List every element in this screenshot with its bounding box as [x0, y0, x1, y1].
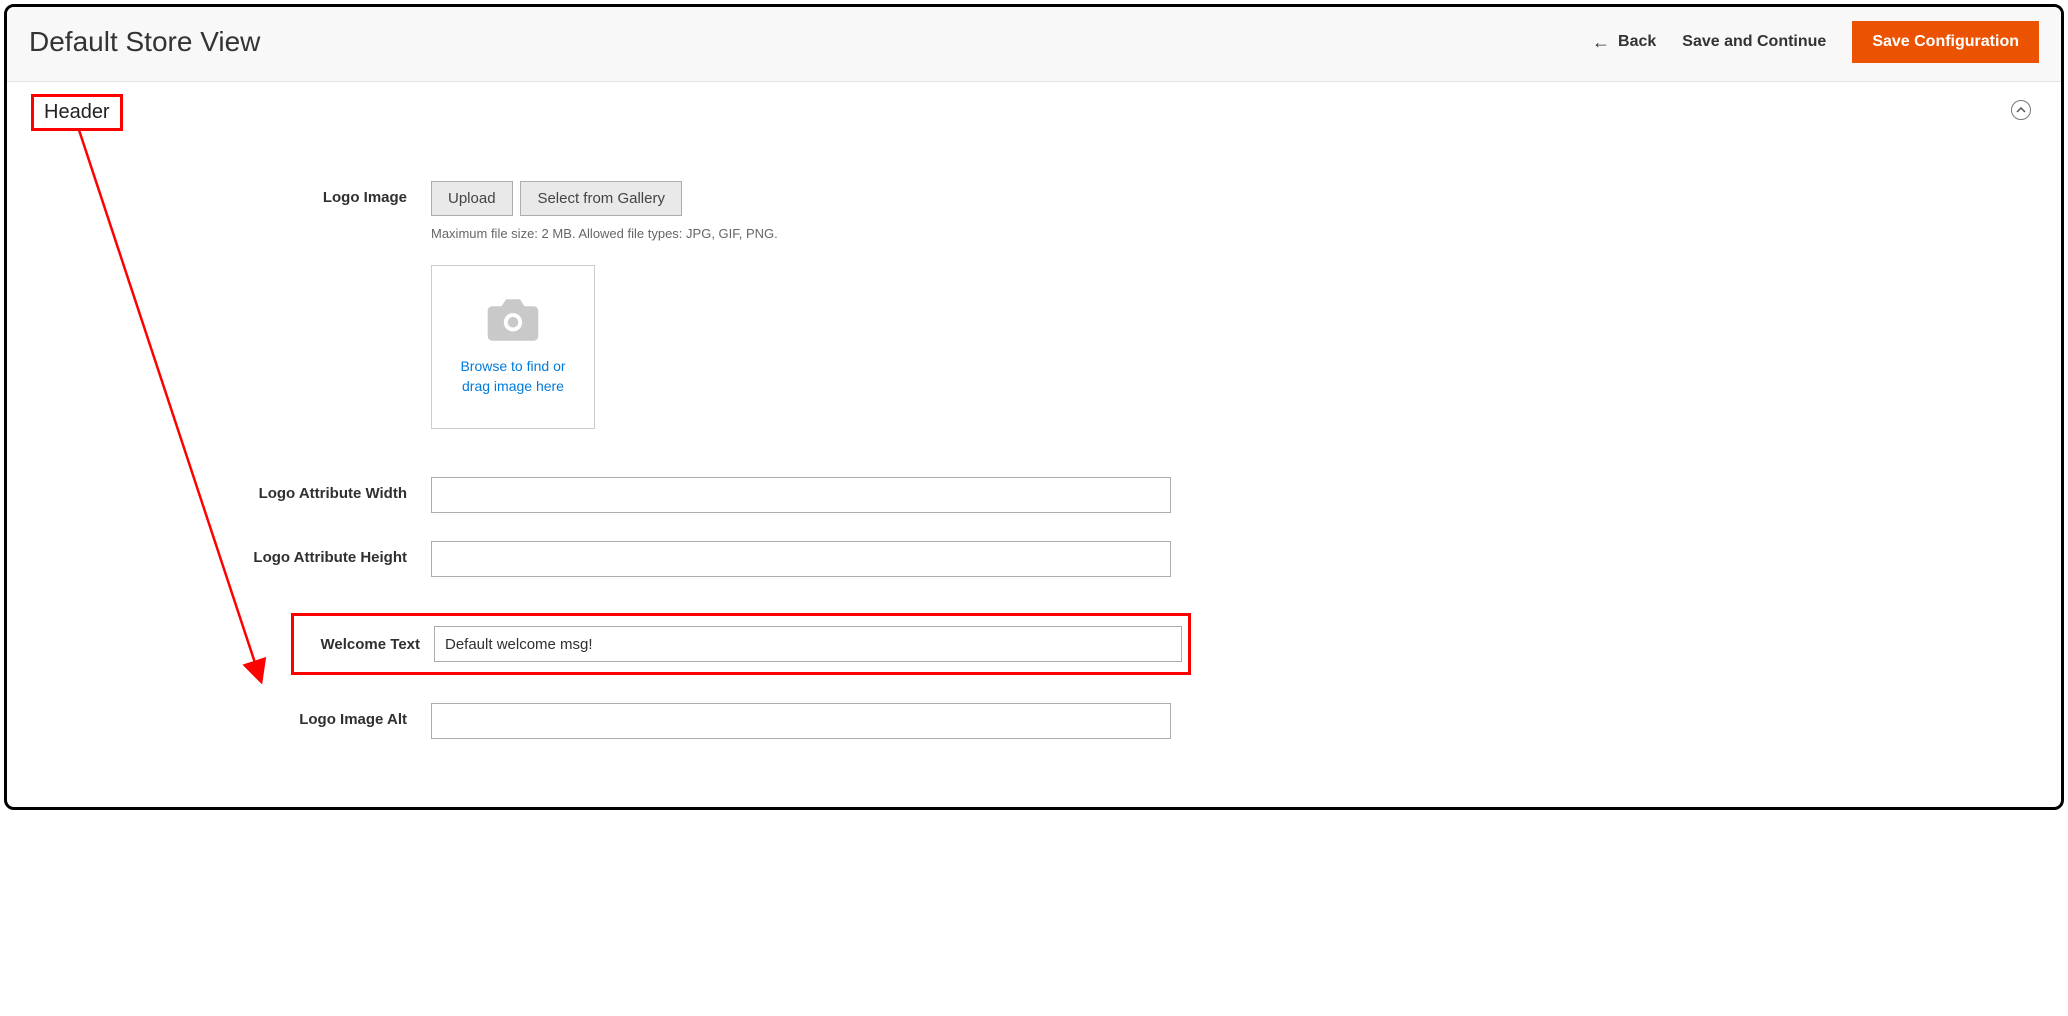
upload-button[interactable]: Upload: [431, 181, 513, 216]
welcome-text-label: Welcome Text: [300, 636, 434, 653]
logo-alt-label: Logo Image Alt: [31, 703, 431, 728]
section-header[interactable]: Header: [31, 94, 123, 131]
save-configuration-button[interactable]: Save Configuration: [1852, 21, 2039, 63]
select-gallery-button[interactable]: Select from Gallery: [520, 181, 682, 216]
logo-alt-input[interactable]: [431, 703, 1171, 739]
camera-icon: [483, 297, 543, 343]
logo-height-input[interactable]: [431, 541, 1171, 577]
page-title: Default Store View: [29, 26, 260, 58]
welcome-text-highlight: Welcome Text: [291, 613, 1191, 675]
back-button-label: Back: [1618, 33, 1656, 51]
save-continue-button[interactable]: Save and Continue: [1682, 33, 1826, 51]
toolbar-actions: ← Back Save and Continue Save Configurat…: [1592, 21, 2039, 63]
save-continue-label: Save and Continue: [1682, 33, 1826, 51]
top-toolbar: Default Store View ← Back Save and Conti…: [7, 7, 2061, 82]
logo-height-label: Logo Attribute Height: [31, 541, 431, 566]
welcome-text-input[interactable]: [434, 626, 1182, 662]
dropzone-text: Browse to find or drag image here: [460, 357, 565, 396]
back-button[interactable]: ← Back: [1592, 33, 1656, 51]
image-dropzone[interactable]: Browse to find or drag image here: [431, 265, 595, 429]
logo-width-label: Logo Attribute Width: [31, 477, 431, 502]
logo-image-label: Logo Image: [31, 181, 431, 206]
arrow-left-icon: ←: [1592, 33, 1610, 51]
logo-width-input[interactable]: [431, 477, 1171, 513]
logo-image-helper: Maximum file size: 2 MB. Allowed file ty…: [431, 226, 1171, 241]
collapse-toggle-icon[interactable]: [2011, 100, 2031, 120]
